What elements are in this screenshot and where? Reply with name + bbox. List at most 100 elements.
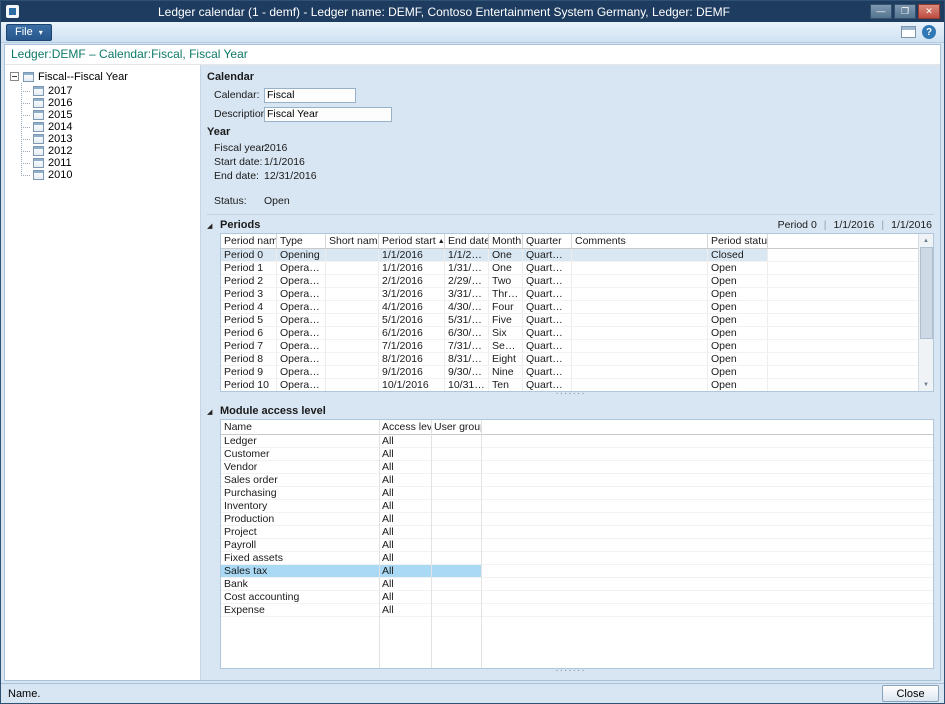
grid-row-8[interactable]: PayrollAll [221,539,933,552]
modules-heading: Module access level [220,405,326,417]
column-header-end-date[interactable]: End date [445,234,489,248]
splitter-grip[interactable] [207,392,934,401]
grid-row-3[interactable]: Period 3Operating3/1/20163/31/2016ThreeQ… [221,288,933,301]
grid-cell: All [379,474,431,486]
grid-cell: Four [489,301,523,313]
column-header-period-status[interactable]: Period status [708,234,768,248]
grid-row-5[interactable]: Period 5Operating5/1/20165/31/2016FiveQu… [221,314,933,327]
grid-cell: Operating [277,314,326,326]
grid-row-6[interactable]: ProductionAll [221,513,933,526]
tree-item-year-2010[interactable]: 2010 [33,169,200,181]
collapse-triangle-icon[interactable] [207,405,215,417]
file-menu-button[interactable]: File [6,24,52,41]
grid-cell: 6/30/2016 [445,327,489,339]
grid-row-13[interactable]: ExpenseAll [221,604,933,617]
grid-row-5[interactable]: InventoryAll [221,500,933,513]
row-filler [481,435,933,447]
grid-cell: Cost accounting [221,591,379,603]
column-header-comments[interactable]: Comments [572,234,708,248]
help-icon[interactable] [922,25,936,39]
tree-item-year-2014[interactable]: 2014 [33,121,200,133]
scroll-down-icon[interactable] [919,378,933,391]
grid-row-9[interactable]: Fixed assetsAll [221,552,933,565]
grid-cell: Project [221,526,379,538]
grid-cell: Period 10 [221,379,277,391]
row-filler [481,565,933,577]
grid-cell: 8/1/2016 [379,353,445,365]
close-window-button[interactable]: ✕ [918,4,940,19]
status-value: Open [264,195,290,207]
collapse-triangle-icon[interactable] [207,219,215,231]
splitter-grip[interactable] [207,669,934,678]
column-header-type[interactable]: Type [277,234,326,248]
tree-item-year-2011[interactable]: 2011 [33,157,200,169]
grid-cell [572,262,708,274]
column-header-user-group[interactable]: User group [431,420,481,434]
tree-item-year-2016[interactable]: 2016 [33,97,200,109]
scroll-up-icon[interactable] [919,234,933,247]
row-filler [768,314,933,326]
grid-row-7[interactable]: Period 7Operating7/1/20167/31/2016SevenQ… [221,340,933,353]
grid-row-8[interactable]: Period 8Operating8/1/20168/31/2016EightQ… [221,353,933,366]
grid-cell: Quarter 3 [523,340,572,352]
tree-root-node[interactable]: Fiscal--Fiscal Year [10,70,200,83]
toolbar-icons [901,25,939,39]
grid-row-1[interactable]: Period 1Operating1/1/20161/31/2016OneQua… [221,262,933,275]
close-button[interactable]: Close [882,685,939,702]
tree-item-year-2013[interactable]: 2013 [33,133,200,145]
modules-grid: NameAccess levelUser group LedgerAllCust… [220,419,934,669]
grid-row-2[interactable]: Period 2Operating2/1/20162/29/2016TwoQua… [221,275,933,288]
window-controls: — ❐ ✕ [870,4,940,19]
column-header-short-name[interactable]: Short name [326,234,379,248]
description-label: Description: [214,108,264,120]
grid-cell: Six [489,327,523,339]
column-header-name[interactable]: Name [221,420,379,434]
column-header-period-start[interactable]: Period start▲ [379,234,445,248]
grid-row-3[interactable]: Sales orderAll [221,474,933,487]
grid-cell [431,448,481,460]
grid-cell: Three [489,288,523,300]
column-header-quarter[interactable]: Quarter [523,234,572,248]
grid-row-4[interactable]: Period 4Operating4/1/20164/30/2016FourQu… [221,301,933,314]
grid-cell [326,314,379,326]
maximize-button[interactable]: ❐ [894,4,916,19]
column-divider [481,420,482,668]
scroll-thumb[interactable] [920,247,933,339]
grid-row-9[interactable]: Period 9Operating9/1/20169/30/2016NineQu… [221,366,933,379]
grid-row-1[interactable]: CustomerAll [221,448,933,461]
tree-item-year-2012[interactable]: 2012 [33,145,200,157]
grid-row-0[interactable]: Period 0Opening1/1/20161/1/2016OneQuarte… [221,249,933,262]
column-header-month[interactable]: Month [489,234,523,248]
periods-scrollbar[interactable] [918,234,933,391]
grid-row-6[interactable]: Period 6Operating6/1/20166/30/2016SixQua… [221,327,933,340]
menubar: File [1,22,944,43]
tree-item-year-2015[interactable]: 2015 [33,109,200,121]
grid-row-4[interactable]: PurchasingAll [221,487,933,500]
grid-cell [431,513,481,525]
grid-row-10[interactable]: Sales taxAll [221,565,933,578]
collapse-toggle-icon[interactable] [10,72,19,81]
grid-cell: Operating [277,262,326,274]
grid-row-10[interactable]: Period 10Operating10/1/201610/31/2016Ten… [221,379,933,392]
minimize-button[interactable]: — [870,4,892,19]
window-layout-icon[interactable] [901,26,916,38]
grid-cell: 9/1/2016 [379,366,445,378]
description-input[interactable] [264,107,392,122]
grid-cell [326,301,379,313]
grid-cell: Quarter 3 [523,353,572,365]
grid-row-2[interactable]: VendorAll [221,461,933,474]
start-date-label: Start date: [214,156,264,168]
grid-cell [326,353,379,365]
column-header-period-name[interactable]: Period name [221,234,277,248]
grid-row-11[interactable]: BankAll [221,578,933,591]
calendar-input[interactable] [264,88,356,103]
grid-row-7[interactable]: ProjectAll [221,526,933,539]
column-header-access-level[interactable]: Access level [379,420,431,434]
grid-cell: All [379,539,431,551]
row-filler [481,539,933,551]
grid-row-0[interactable]: LedgerAll [221,435,933,448]
start-date-row: Start date: 1/1/2016 [214,155,934,168]
tree-item-year-2017[interactable]: 2017 [33,85,200,97]
grid-row-12[interactable]: Cost accountingAll [221,591,933,604]
grid-cell [326,275,379,287]
